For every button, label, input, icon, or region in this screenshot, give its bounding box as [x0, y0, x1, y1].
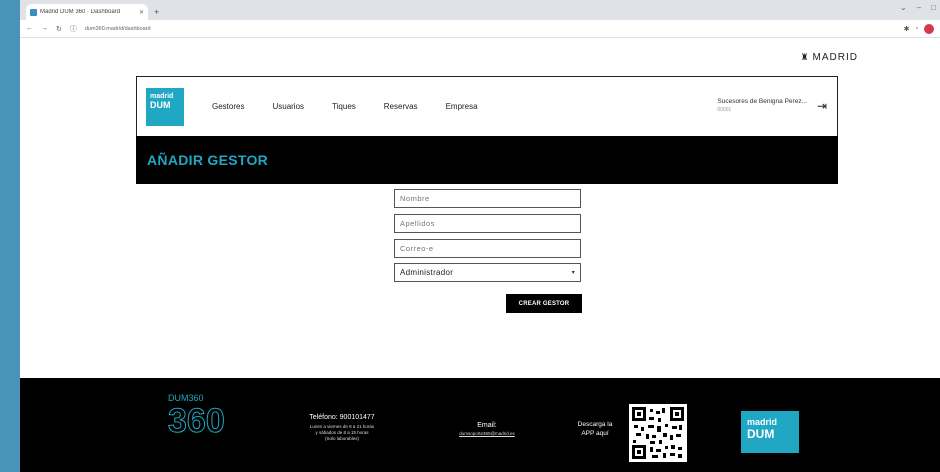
- user-id: 00001: [717, 107, 732, 113]
- hours-line-3: (Solo laborables): [324, 436, 360, 441]
- address-bar: ← → ↻ ⓘ dum360.madrid/dashboard ✱ ▫: [20, 20, 940, 38]
- qr-code[interactable]: [629, 404, 687, 462]
- nav-item-gestores[interactable]: Gestores: [212, 102, 244, 111]
- user-name: Sucesores de Benigna Perez...: [717, 98, 807, 105]
- nombre-field[interactable]: [394, 189, 581, 208]
- reload-icon[interactable]: ↻: [56, 25, 62, 33]
- title-bar: AÑADIR GESTOR: [136, 136, 838, 184]
- brand-text: MADRID: [812, 52, 858, 63]
- nav-item-tiques[interactable]: Tiques: [332, 102, 356, 111]
- logo-text-line2: DUM: [150, 99, 171, 110]
- sidepanel-icon[interactable]: ▫: [916, 25, 918, 32]
- nav-menu: Gestores Usuarios Tiques Reservas Empres…: [212, 102, 478, 111]
- nav-item-usuarios[interactable]: Usuarios: [272, 102, 304, 111]
- create-manager-button[interactable]: CREAR GESTOR: [506, 294, 582, 313]
- add-manager-form: Administrador ▾: [394, 188, 581, 282]
- app-download-block: Descarga la APP aquí: [568, 420, 622, 438]
- user-info: Sucesores de Benigna Perez... 00001: [717, 97, 807, 115]
- email-label: Email:: [477, 422, 497, 429]
- minimize-button[interactable]: –: [917, 3, 921, 12]
- browser-window: Madrid DUM 360 · Dashboard ✕ + ⌄ – □ ← →…: [20, 0, 940, 472]
- forward-icon[interactable]: →: [41, 25, 48, 32]
- url-field[interactable]: dum360.madrid/dashboard: [85, 26, 896, 32]
- back-icon[interactable]: ←: [26, 25, 33, 32]
- phone-block: Teléfono: 900101477 Lunes a viernes de 8…: [292, 414, 392, 442]
- page-content: ♜ MADRID madrid DUM Gestores Usuarios Ti…: [20, 38, 940, 472]
- email-block: Email: dumsoporte360@madrid.es: [432, 422, 542, 438]
- madrid-brand: ♜ MADRID: [800, 52, 858, 63]
- tab-title: Madrid DUM 360 · Dashboard: [40, 9, 121, 15]
- favicon-icon: [30, 8, 37, 16]
- role-selected-value: Administrador: [400, 268, 454, 277]
- footer-logo-line2: DUM: [747, 427, 775, 441]
- tab-search-icon[interactable]: ⌄: [900, 3, 907, 12]
- profile-avatar[interactable]: [924, 23, 934, 34]
- apellidos-field[interactable]: [394, 214, 581, 233]
- phone-text: Teléfono: 900101477: [309, 414, 375, 421]
- email-field[interactable]: [394, 239, 581, 258]
- footer-madrid-dum-logo[interactable]: madrid DUM: [741, 411, 799, 453]
- nav-item-reservas[interactable]: Reservas: [384, 102, 418, 111]
- window-controls: ⌄ – □: [900, 3, 936, 12]
- main-navbar: madrid DUM Gestores Usuarios Tiques Rese…: [136, 76, 838, 136]
- tab-close-icon[interactable]: ✕: [139, 9, 144, 16]
- footer: DUM360 360 Teléfono: 900101477 Lunes a v…: [20, 378, 940, 472]
- app-text-line2: APP aquí: [581, 430, 609, 437]
- role-select[interactable]: Administrador ▾: [394, 263, 581, 282]
- maximize-button[interactable]: □: [931, 3, 936, 12]
- madrid-dum-logo[interactable]: madrid DUM: [146, 87, 184, 126]
- dum360-logo: DUM360 360: [168, 393, 242, 467]
- chevron-down-icon: ▾: [571, 270, 575, 276]
- app-text-line1: Descarga la: [577, 421, 613, 428]
- new-tab-button[interactable]: +: [154, 7, 159, 17]
- dum360-logo-number: 360: [168, 402, 226, 440]
- qr-code-icon: [632, 407, 684, 459]
- madrid-crest-icon: ♜: [800, 52, 810, 62]
- toolbar-right: ✱ ▫: [904, 23, 934, 34]
- extensions-icon[interactable]: ✱: [904, 25, 910, 33]
- footer-logo-line1: madrid: [747, 417, 778, 427]
- email-link[interactable]: dumsoporte360@madrid.es: [432, 430, 542, 438]
- nav-item-empresa[interactable]: Empresa: [446, 102, 478, 111]
- tab-bar: Madrid DUM 360 · Dashboard ✕ + ⌄ – □: [20, 0, 940, 20]
- logout-icon[interactable]: ⇥: [817, 99, 827, 113]
- browser-tab[interactable]: Madrid DUM 360 · Dashboard ✕: [26, 4, 148, 20]
- site-info-icon[interactable]: ⓘ: [70, 24, 77, 34]
- page-title: AÑADIR GESTOR: [147, 152, 269, 168]
